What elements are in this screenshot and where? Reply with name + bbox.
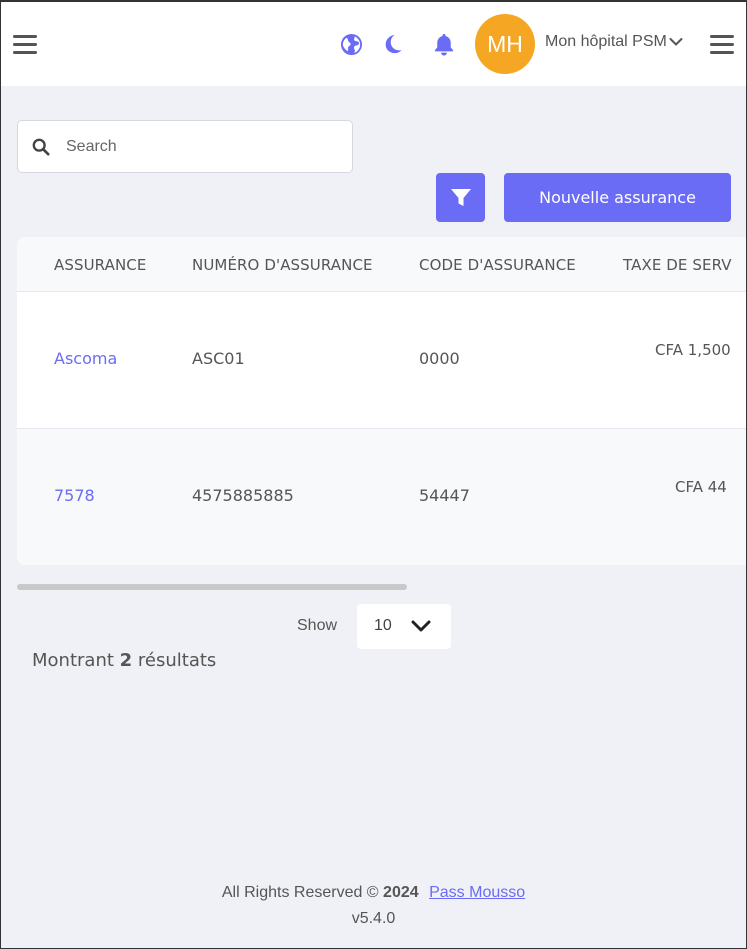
footer-rights: All Rights Reserved © bbox=[221, 884, 379, 901]
app-version: v5.4.0 bbox=[351, 910, 396, 927]
column-header-numero[interactable]: NUMÉRO D'ASSURANCE bbox=[192, 256, 373, 274]
new-insurance-button[interactable]: Nouvelle assurance bbox=[504, 173, 731, 222]
avatar[interactable]: MH bbox=[475, 14, 535, 74]
insurance-table: ASSURANCE NUMÉRO D'ASSURANCE CODE D'ASSU… bbox=[17, 237, 746, 565]
results-suffix: résultats bbox=[137, 650, 217, 671]
results-prefix: Montrant bbox=[32, 650, 114, 671]
menu-icon[interactable] bbox=[710, 35, 734, 55]
footer-link[interactable]: Pass Mousso bbox=[429, 884, 525, 901]
insurance-name-link[interactable]: Ascoma bbox=[54, 349, 117, 368]
insurance-code: 0000 bbox=[419, 349, 460, 368]
menu-icon[interactable] bbox=[13, 35, 37, 55]
results-count: 2 bbox=[119, 650, 133, 671]
search-icon bbox=[32, 138, 50, 156]
filter-button[interactable] bbox=[436, 173, 485, 222]
search-input[interactable] bbox=[66, 131, 336, 163]
insurance-number: ASC01 bbox=[192, 349, 245, 368]
column-header-code[interactable]: CODE D'ASSURANCE bbox=[419, 256, 576, 274]
service-tax: CFA 44 bbox=[675, 478, 727, 496]
service-tax: CFA 1,500 bbox=[655, 341, 731, 359]
page-size-value: 10 bbox=[374, 617, 392, 634]
insurance-code: 54447 bbox=[419, 486, 470, 505]
search-box[interactable] bbox=[17, 120, 353, 173]
filter-icon bbox=[450, 188, 471, 206]
globe-icon[interactable] bbox=[340, 33, 363, 60]
insurance-number: 4575885885 bbox=[192, 486, 294, 505]
footer-year: 2024 bbox=[383, 884, 419, 901]
hospital-name: Mon hôpital PSM bbox=[545, 33, 667, 50]
show-label: Show bbox=[297, 617, 338, 634]
insurance-name-link[interactable]: 7578 bbox=[54, 486, 95, 505]
moon-icon[interactable] bbox=[382, 33, 404, 59]
table-row: Ascoma ASC01 0000 CFA 1,500 bbox=[17, 292, 746, 429]
chevron-down-icon bbox=[669, 37, 683, 46]
table-row: 7578 4575885885 54447 CFA 44 bbox=[17, 429, 746, 565]
page-size-select[interactable]: 10 bbox=[357, 604, 451, 649]
column-header-taxe[interactable]: TAXE DE SERV bbox=[623, 256, 732, 274]
chevron-down-icon bbox=[411, 620, 431, 632]
bell-icon[interactable] bbox=[432, 32, 456, 61]
horizontal-scrollbar[interactable] bbox=[17, 584, 407, 590]
hospital-selector[interactable]: Mon hôpital PSM bbox=[545, 33, 683, 51]
column-header-assurance[interactable]: ASSURANCE bbox=[54, 256, 146, 274]
table-header: ASSURANCE NUMÉRO D'ASSURANCE CODE D'ASSU… bbox=[17, 237, 746, 292]
footer: All Rights Reserved © 2024 Pass Mousso v… bbox=[1, 884, 746, 928]
results-summary: Montrant 2 résultats bbox=[32, 650, 216, 671]
top-bar: MH Mon hôpital PSM bbox=[1, 2, 746, 86]
